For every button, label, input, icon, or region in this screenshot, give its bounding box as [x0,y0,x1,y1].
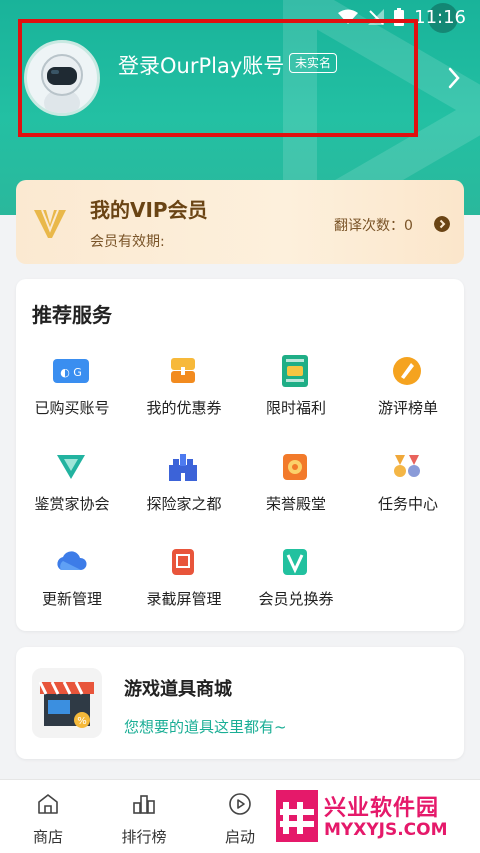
vip-title: 我的VIP会员 [90,198,208,222]
vip-logo-icon [34,209,66,238]
update-cloud-icon [57,551,87,570]
service-label: 会员兑换券 [258,590,334,608]
vip-voucher-icon [283,549,307,575]
service-task-center[interactable]: 任务中心 [352,451,464,533]
service-label: 探险家之都 [146,495,222,513]
launch-icon [229,793,251,815]
task-center-icon [394,455,420,477]
honor-hall-icon [283,454,307,480]
service-game-review-rank[interactable]: 游评榜单 [352,355,464,437]
game-review-rank-icon [393,357,421,385]
shop-subtitle: 您想要的道具这里都有~ [124,718,287,736]
shop-title: 游戏道具商城 [124,679,232,700]
service-coupon[interactable]: 我的优惠券 [128,355,240,437]
service-explorer-castle[interactable]: 探险家之都 [128,451,240,533]
connoisseur-icon [57,455,85,479]
service-connoisseur[interactable]: 鉴赏家协会 [16,451,128,533]
highlight-box [18,19,418,137]
service-update-management[interactable]: 更新管理 [16,546,128,628]
service-label: 录截屏管理 [146,590,222,608]
store-icon [38,794,58,814]
service-vip-voucher[interactable]: 会员兑换券 [240,546,352,628]
chevron-right-icon[interactable] [444,64,464,92]
recommended-services-card: 推荐服务 ◐ G 已购买账号 我的优惠券 限时福利 游评榜单 鉴赏家协会 探险家… [16,279,464,631]
screen-record-icon [172,549,194,575]
service-label: 已购买账号 [34,399,110,417]
service-label: 荣誉殿堂 [265,495,326,513]
service-honor-hall[interactable]: 荣誉殿堂 [240,451,352,533]
service-label: 我的优惠券 [146,399,222,417]
tab-label: 商店 [32,828,63,846]
status-time: 11:16 [414,6,466,28]
translation-count: 翻译次数：0 [334,218,413,234]
service-purchased-account[interactable]: ◐ G 已购买账号 [16,355,128,437]
tab-ranking[interactable]: 排行榜 [96,780,192,853]
service-screen-record[interactable]: 录截屏管理 [128,546,240,628]
limited-benefit-icon [282,355,308,387]
vip-card[interactable]: 我的VIP会员 会员有效期: 翻译次数：0 [16,180,464,264]
watermark-url: MYXYJS.COM [324,820,448,840]
tab-store[interactable]: 商店 [0,780,96,853]
tab-label: 启动 [224,828,255,846]
vip-arrow-icon[interactable] [434,216,450,232]
purchased-account-icon: ◐ G [53,359,89,383]
service-label: 游评榜单 [377,399,438,417]
coupon-icon [171,358,195,383]
game-item-shop-card[interactable]: % 游戏道具商城 您想要的道具这里都有~ [16,647,464,759]
svg-text:◐ G: ◐ G [60,366,82,379]
service-label: 任务中心 [377,495,438,513]
shop-store-icon: % [32,668,102,738]
explorer-castle-icon [169,454,197,481]
watermark-logo-icon [276,790,318,842]
watermark-title: 兴业软件园 [324,796,440,821]
vip-expiry: 会员有效期: [90,234,165,250]
services-title: 推荐服务 [32,303,112,327]
tab-label: 排行榜 [121,828,167,846]
watermark: 兴业软件园 MYXYJS.COM [276,790,476,845]
ranking-icon [133,795,155,814]
service-label: 更新管理 [41,590,102,608]
service-limited-benefit[interactable]: 限时福利 [240,355,352,437]
tab-launch[interactable]: 启动 [192,780,288,853]
service-label: 限时福利 [265,399,326,417]
service-label: 鉴赏家协会 [34,495,110,513]
svg-text:%: % [77,716,87,727]
